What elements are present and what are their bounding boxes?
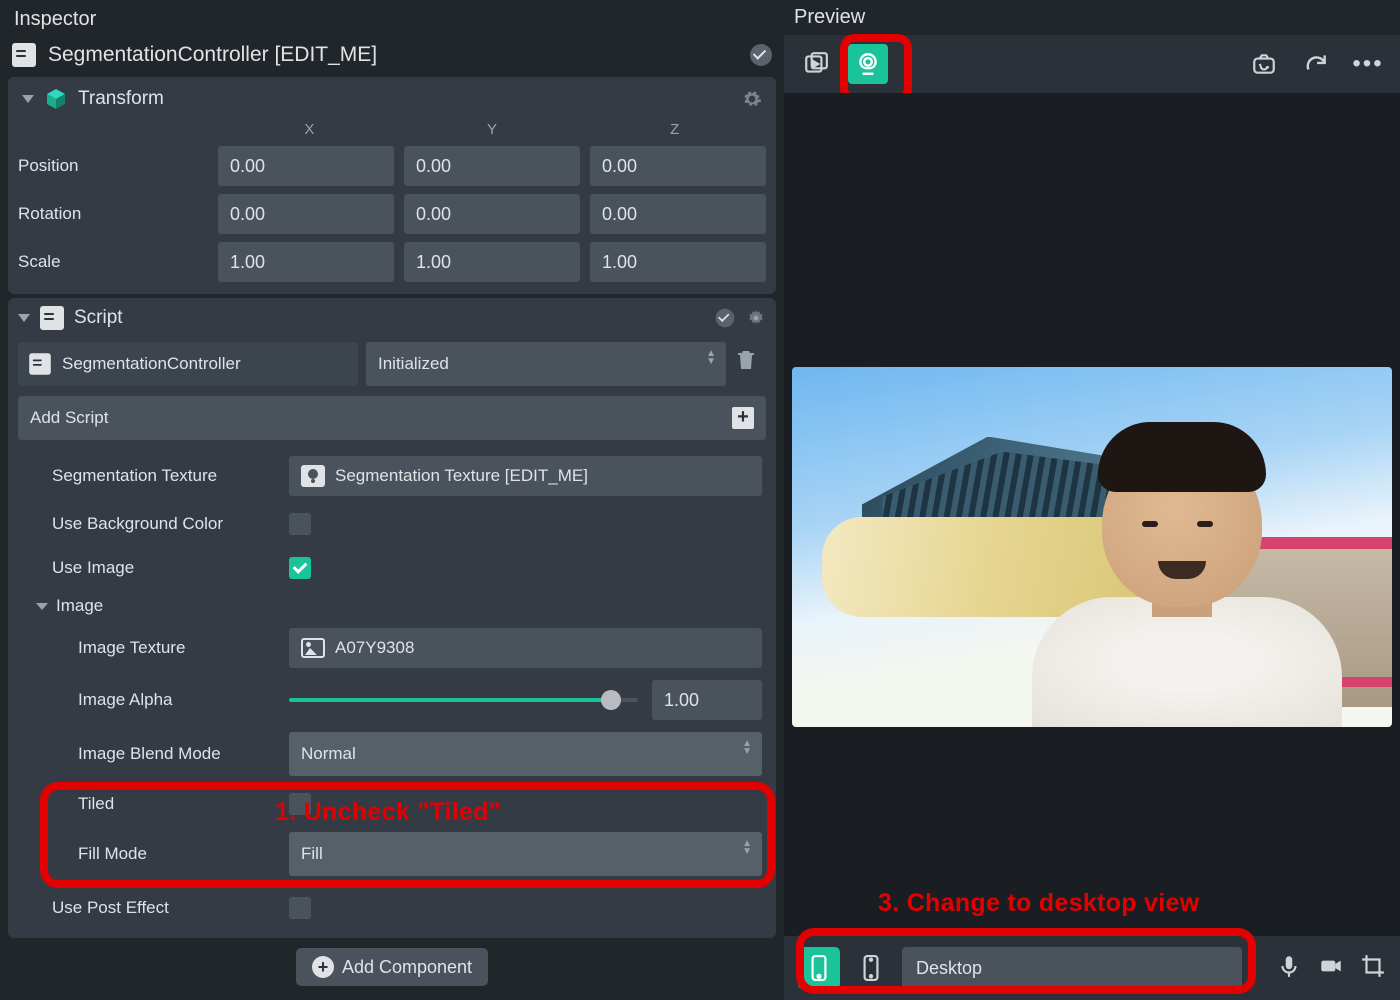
post-effect-label: Use Post Effect <box>52 898 277 918</box>
tiled-label: Tiled <box>78 794 277 814</box>
image-texture-label: Image Texture <box>78 638 277 658</box>
rotation-z-input[interactable] <box>590 194 766 234</box>
gear-icon[interactable] <box>742 89 762 109</box>
axis-x-label: X <box>218 121 401 138</box>
mic-button[interactable] <box>1276 953 1302 984</box>
position-y-input[interactable] <box>404 146 580 186</box>
collapse-icon[interactable] <box>22 95 34 103</box>
position-label: Position <box>18 156 208 176</box>
device-landscape-button[interactable] <box>850 947 892 989</box>
image-alpha-label: Image Alpha <box>78 690 277 710</box>
position-z-input[interactable] <box>590 146 766 186</box>
chevron-updown-icon: ▲▼ <box>742 740 752 756</box>
use-image-checkbox[interactable] <box>289 557 311 579</box>
script-state-dropdown[interactable]: Initialized ▲▼ <box>366 342 726 386</box>
use-bg-label: Use Background Color <box>52 514 277 534</box>
image-texture-value: A07Y9308 <box>335 638 414 658</box>
seg-texture-value: Segmentation Texture [EDIT_ME] <box>335 466 588 486</box>
rotation-label: Rotation <box>18 204 208 224</box>
more-button[interactable]: ••• <box>1348 44 1388 84</box>
transform-title: Transform <box>78 88 164 110</box>
slider-knob[interactable] <box>601 690 621 710</box>
image-icon <box>301 638 325 658</box>
camera-button[interactable] <box>848 44 888 84</box>
tiled-checkbox[interactable] <box>289 793 311 815</box>
image-texture-field[interactable]: A07Y9308 <box>289 628 762 668</box>
post-effect-checkbox[interactable] <box>289 897 311 919</box>
seg-texture-label: Segmentation Texture <box>52 466 277 486</box>
image-subsection-label: Image <box>56 596 103 616</box>
blend-mode-dropdown[interactable]: Normal ▲▼ <box>289 732 762 776</box>
axis-y-label: Y <box>401 121 584 138</box>
fill-mode-dropdown[interactable]: Fill ▲▼ <box>289 832 762 876</box>
preview-panel: Preview ••• 2. Click on Camera <box>784 0 1400 1000</box>
position-x-input[interactable] <box>218 146 394 186</box>
image-alpha-slider[interactable] <box>289 698 638 702</box>
crop-button[interactable] <box>1360 953 1386 984</box>
dots-icon: ••• <box>1352 50 1383 78</box>
inspector-panel: Inspector SegmentationController [EDIT_M… <box>0 0 784 1000</box>
scale-x-input[interactable] <box>218 242 394 282</box>
object-header: SegmentationController [EDIT_ME] <box>8 37 776 77</box>
plus-icon: + <box>732 407 754 429</box>
gear-icon[interactable] <box>746 308 766 328</box>
chevron-updown-icon: ▲▼ <box>706 350 716 366</box>
scale-label: Scale <box>18 252 208 272</box>
scale-z-input[interactable] <box>590 242 766 282</box>
image-alpha-input[interactable] <box>652 680 762 720</box>
object-icon <box>12 43 36 67</box>
video-button[interactable] <box>1318 953 1344 984</box>
add-script-label: Add Script <box>30 408 108 428</box>
object-enabled-toggle[interactable] <box>750 44 772 66</box>
collapse-icon[interactable] <box>36 603 48 610</box>
blend-mode-value: Normal <box>301 744 356 764</box>
seg-texture-field[interactable]: Segmentation Texture [EDIT_ME] <box>289 456 762 496</box>
add-component-button[interactable]: + Add Component <box>296 948 488 986</box>
chevron-updown-icon: ▲▼ <box>742 840 752 856</box>
device-value: Desktop <box>916 958 982 979</box>
add-component-label: Add Component <box>342 957 472 978</box>
person-cutout <box>1032 437 1342 727</box>
script-file-icon <box>29 353 51 375</box>
script-title: Script <box>74 307 123 329</box>
rotation-x-input[interactable] <box>218 194 394 234</box>
script-enabled-toggle[interactable] <box>716 309 735 328</box>
collapse-icon[interactable] <box>18 314 30 322</box>
add-script-button[interactable]: Add Script + <box>18 396 766 440</box>
preview-image <box>792 367 1392 727</box>
rotation-y-input[interactable] <box>404 194 580 234</box>
scale-y-input[interactable] <box>404 242 580 282</box>
delete-script-button[interactable] <box>734 348 766 380</box>
fill-mode-value: Fill <box>301 844 323 864</box>
use-image-label: Use Image <box>52 558 277 578</box>
script-section: Script SegmentationController Initialize… <box>8 298 776 938</box>
preview-toolbar: ••• <box>784 35 1400 93</box>
preview-title: Preview <box>784 0 1400 35</box>
refresh-button[interactable] <box>1296 44 1336 84</box>
axis-z-label: Z <box>583 121 766 138</box>
device-dropdown[interactable]: Desktop <box>902 947 1242 989</box>
use-bg-checkbox[interactable] <box>289 513 311 535</box>
texture-icon <box>301 465 325 487</box>
swap-camera-button[interactable] <box>1244 44 1284 84</box>
blend-mode-label: Image Blend Mode <box>78 744 277 764</box>
fill-mode-label: Fill Mode <box>78 844 277 864</box>
script-state-text: Initialized <box>378 354 449 374</box>
inspector-title: Inspector <box>8 0 776 37</box>
preview-stage <box>784 93 1400 1000</box>
transform-icon <box>44 87 68 111</box>
object-name: SegmentationController [EDIT_ME] <box>48 43 377 67</box>
script-icon <box>40 306 64 330</box>
device-portrait-button[interactable] <box>798 947 840 989</box>
script-name-text: SegmentationController <box>62 354 241 374</box>
transform-section: Transform X Y Z Position Rotation <box>8 77 776 294</box>
plus-circle-icon: + <box>312 956 334 978</box>
preview-bottom-bar: Desktop <box>784 936 1400 1000</box>
script-name-field[interactable]: SegmentationController <box>18 342 358 386</box>
capture-button[interactable] <box>796 44 836 84</box>
